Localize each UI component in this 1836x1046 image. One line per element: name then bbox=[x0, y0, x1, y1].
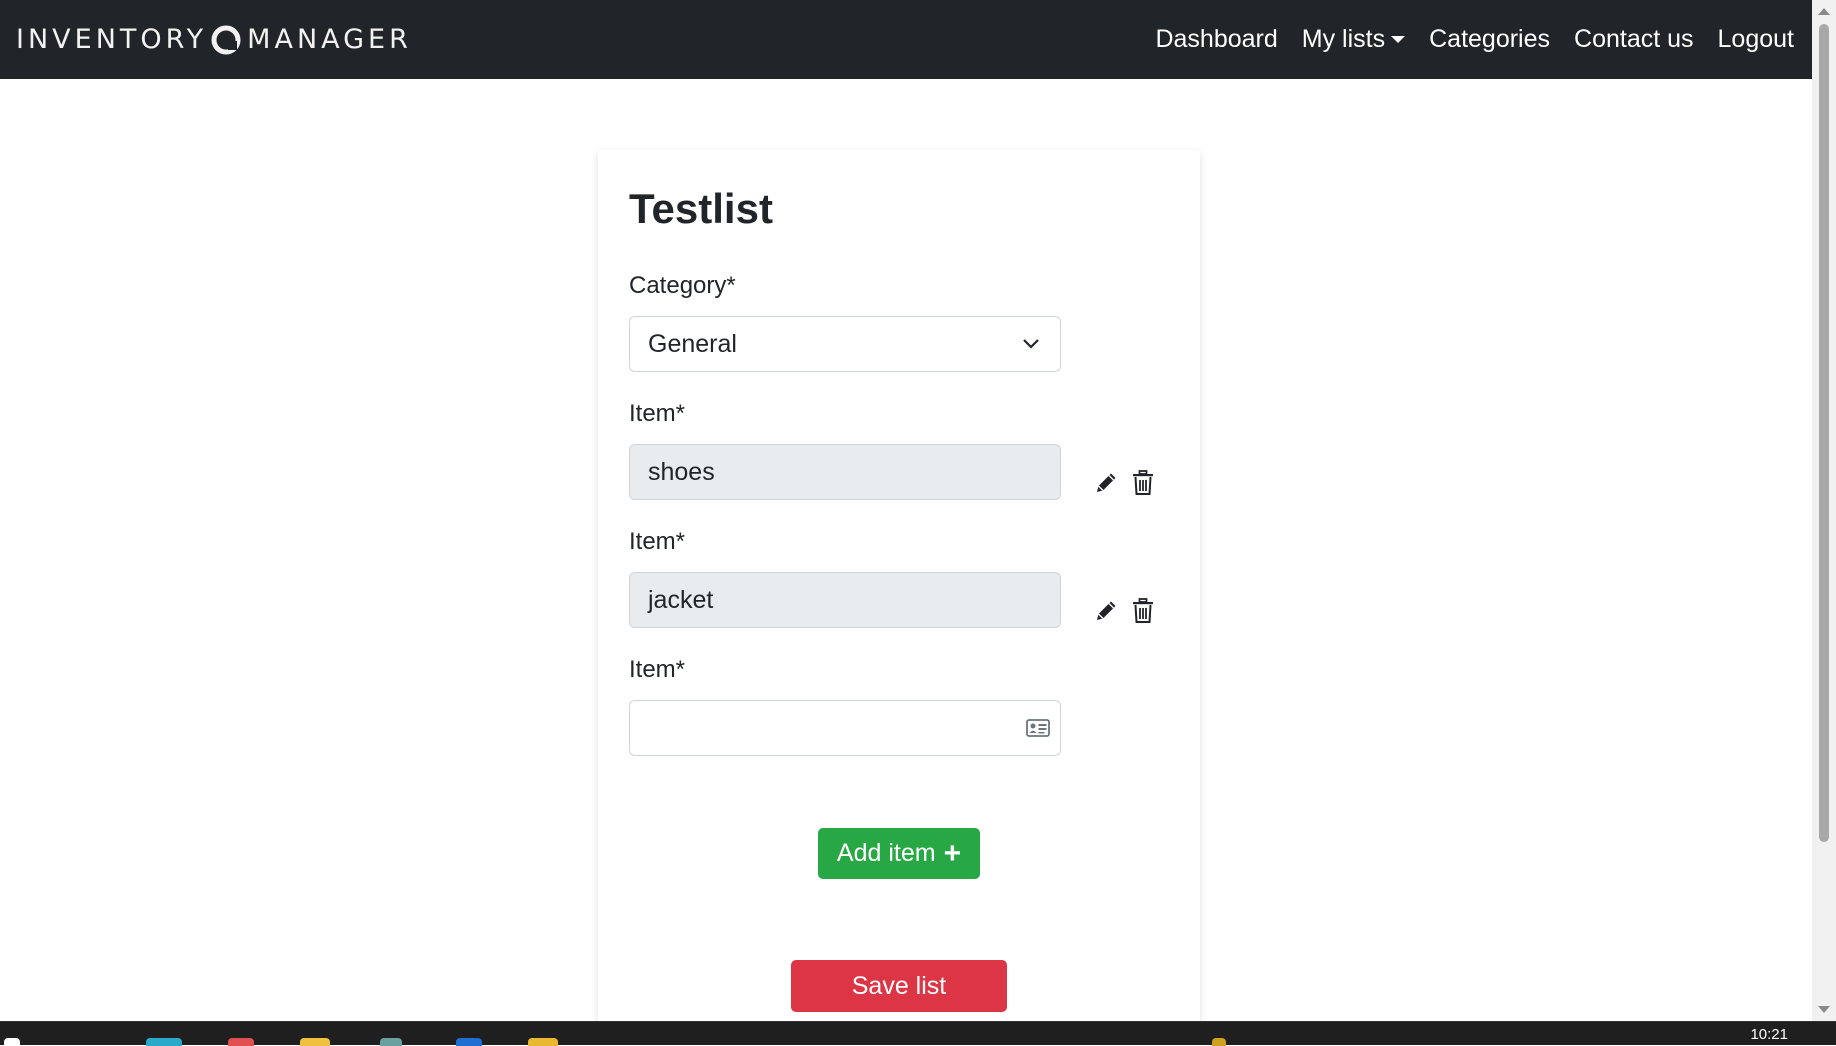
os-taskbar: 10:21 bbox=[0, 1021, 1836, 1046]
nav-links: Dashboard My lists Categories Contact us… bbox=[1155, 25, 1794, 54]
list-form-card: Testlist Category* General Item* shoes I… bbox=[598, 150, 1200, 1030]
plus-icon: + bbox=[943, 836, 962, 870]
category-select[interactable]: General bbox=[629, 316, 1061, 372]
pencil-icon[interactable] bbox=[1093, 598, 1119, 624]
save-list-button[interactable]: Save list bbox=[791, 960, 1007, 1012]
item-label: Item* bbox=[629, 400, 686, 427]
item-value: jacket bbox=[648, 585, 714, 614]
brand-text-right: MANAGER bbox=[247, 24, 412, 55]
nav-my-lists-label: My lists bbox=[1301, 25, 1386, 53]
item-actions-2 bbox=[1093, 598, 1155, 624]
item-field-2[interactable]: jacket bbox=[629, 572, 1061, 628]
page-title: Testlist bbox=[629, 185, 773, 232]
brand-text-left: INVENTORY bbox=[16, 24, 208, 55]
item-actions-1 bbox=[1093, 470, 1155, 496]
caret-down-icon bbox=[1391, 36, 1406, 43]
brand-circle-icon bbox=[211, 25, 241, 54]
chevron-down-icon bbox=[1023, 339, 1039, 349]
scroll-down-arrow-icon[interactable] bbox=[1818, 1006, 1830, 1013]
nav-dashboard[interactable]: Dashboard bbox=[1155, 25, 1277, 54]
item-value: shoes bbox=[648, 457, 715, 486]
nav-my-lists-dropdown[interactable]: My lists bbox=[1301, 25, 1406, 54]
category-label: Category* bbox=[629, 272, 736, 299]
save-list-label: Save list bbox=[851, 971, 947, 1000]
brand-logo[interactable]: INVENTORY MANAGER bbox=[16, 24, 412, 55]
contact-card-icon bbox=[1026, 719, 1050, 737]
pencil-icon[interactable] bbox=[1093, 470, 1119, 496]
scrollbar-thumb[interactable] bbox=[1819, 24, 1829, 842]
trash-icon[interactable] bbox=[1131, 470, 1155, 496]
category-selected-value: General bbox=[648, 329, 737, 358]
top-navbar: INVENTORY MANAGER Dashboard My lists Cat… bbox=[0, 0, 1812, 79]
nav-categories[interactable]: Categories bbox=[1429, 25, 1550, 54]
item-label: Item* bbox=[629, 528, 686, 555]
item-label: Item* bbox=[629, 656, 686, 683]
item-field-1[interactable]: shoes bbox=[629, 444, 1061, 500]
nav-logout[interactable]: Logout bbox=[1718, 25, 1794, 54]
taskbar-clock[interactable]: 10:21 bbox=[1750, 1026, 1788, 1043]
item-field-new[interactable] bbox=[629, 700, 1061, 756]
page-scrollbar[interactable] bbox=[1812, 0, 1836, 1021]
scroll-up-arrow-icon[interactable] bbox=[1818, 8, 1830, 15]
add-item-label: Add item bbox=[836, 839, 936, 867]
nav-contact-us[interactable]: Contact us bbox=[1574, 25, 1694, 54]
add-item-button[interactable]: Add item + bbox=[818, 828, 980, 879]
trash-icon[interactable] bbox=[1131, 598, 1155, 624]
